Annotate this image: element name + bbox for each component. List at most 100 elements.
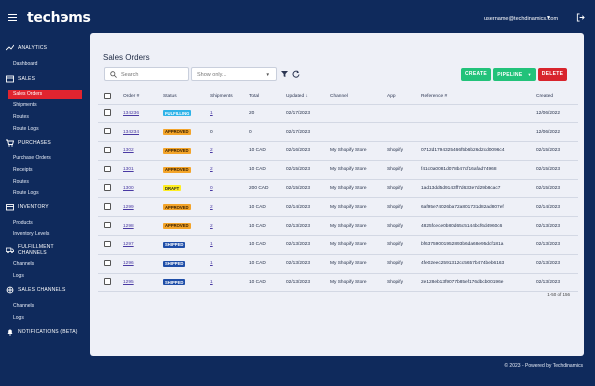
row-checkbox[interactable] [104,109,111,116]
shipments-cell: 0 [210,122,249,143]
status-filter-select[interactable]: Show only... ▼ [191,67,277,81]
sidebar-item-purchase-orders[interactable]: Purchase Orders [13,155,51,161]
sidebar-item-inventory-levels[interactable]: Inventory Levels [13,231,49,237]
menu-icon[interactable] [8,14,17,21]
table-row[interactable]: 1295 SHIPPED 1 10 CAD 02/13/2023 My Shop… [98,273,578,293]
column-total[interactable]: Total [249,90,286,105]
table-row[interactable]: 134236 FULFILLING 1 20 02/17/2023 12/06/… [98,104,578,124]
table-row[interactable]: 1297 SHIPPED 1 10 CAD 02/13/2023 My Shop… [98,235,578,255]
sidebar-item-fulfillment-channels[interactable]: Channels [13,261,34,267]
shipments-link[interactable]: 2 [210,224,213,229]
order-cell: 1301 [123,160,163,180]
column-app[interactable]: App [387,90,421,105]
create-button[interactable]: CREATE [461,68,491,81]
status-badge: APPROVED [163,204,191,211]
search-box[interactable] [104,67,189,81]
row-checkbox[interactable] [104,240,111,248]
updated-cell: 02/13/2023 [286,235,330,255]
column-channel[interactable]: Channel [330,90,387,105]
created-cell: 02/13/2023 [536,273,578,293]
column-status[interactable]: Status [163,90,210,105]
channel-cell: My Shopify Store [330,235,387,255]
delete-button[interactable]: DELETE [538,68,567,81]
shipments-link[interactable]: 1 [210,261,213,266]
app-cell: Shopify [387,179,421,199]
column-reference[interactable]: Reference # [421,90,536,105]
order-link[interactable]: 1299 [123,205,134,210]
table-row[interactable]: 1302 APPROVED 2 10 CAD 02/16/2023 My Sho… [98,141,578,161]
row-checkbox[interactable] [104,203,111,210]
filter-icon[interactable] [281,70,288,78]
row-checkbox[interactable] [104,259,111,267]
column-shipments[interactable]: Shipments [210,90,249,105]
sidebar-section-purchases[interactable]: PURCHASES [6,139,51,147]
sidebar-section-sales-channels[interactable]: SALES CHANNELS [6,286,66,294]
sidebar-item-route-logs[interactable]: Route Logs [13,126,39,132]
order-link[interactable]: 1296 [123,261,134,266]
order-link[interactable]: 134236 [123,111,139,116]
shipments-link[interactable]: 2 [210,148,213,153]
logout-icon[interactable] [576,13,585,22]
channel-cell: My Shopify Store [330,273,387,293]
order-link[interactable]: 1302 [123,148,134,153]
order-link[interactable]: 1298 [123,224,134,229]
sidebar-section-notifications[interactable]: NOTIFICATIONS (BETA) [6,328,78,336]
shipments-link[interactable]: 1 [210,242,213,247]
sidebar-item-dashboard[interactable]: Dashboard [13,61,37,67]
sidebar-section-analytics[interactable]: ANALYTICS [6,44,47,52]
chevron-down-icon[interactable]: ▼ [546,15,551,21]
shipments-link[interactable]: 2 [210,205,213,210]
sidebar-item-receipts[interactable]: Receipts [13,167,32,173]
sidebar-item-shipments[interactable]: Shipments [13,102,37,108]
sidebar-item-purchase-route-logs[interactable]: Route Logs [13,190,39,196]
main-panel: Sales Orders Show only... ▼ CREATE PIPEL… [90,33,584,356]
table-row[interactable]: 134234 APPROVED 0 0 02/17/2023 12/06/202… [98,122,578,143]
row-checkbox[interactable] [104,184,111,191]
pipeline-button[interactable]: PIPELINE ▼ [493,68,536,81]
updated-cell: 02/14/2023 [286,197,330,218]
column-created[interactable]: Created [536,90,578,105]
table-row[interactable]: 1300 DRAFT 0 200 CAD 02/15/2023 My Shopi… [98,179,578,199]
sidebar-item-routes[interactable]: Routes [13,114,29,120]
status-cell: APPROVED [163,122,210,143]
order-link[interactable]: 1300 [123,186,134,191]
sidebar-section-sales[interactable]: SALES [6,75,35,83]
table-row[interactable]: 1298 APPROVED 2 10 CAD 02/13/2023 My Sho… [98,216,578,237]
updated-cell: 02/13/2023 [286,216,330,237]
shipments-link[interactable]: 1 [210,280,213,285]
row-checkbox[interactable] [104,278,111,285]
row-checkbox[interactable] [104,127,111,135]
sidebar-item-fulfillment-logs[interactable]: Logs [13,273,24,279]
app-cell [387,104,421,124]
refresh-icon[interactable] [292,70,300,78]
column-order[interactable]: Order # [123,90,163,105]
order-link[interactable]: 134234 [123,130,139,135]
sidebar-section-inventory[interactable]: INVENTORY [6,203,49,211]
shipments-link[interactable]: 0 [210,186,213,191]
updated-cell: 02/16/2023 [286,141,330,161]
store-icon [6,75,14,83]
status-cell: DRAFT [163,179,210,199]
shipments-link[interactable]: 1 [210,111,213,116]
sidebar-section-fulfillment-channels[interactable]: FULFILLMENT CHANNELS [6,244,84,256]
order-link[interactable]: 1295 [123,280,134,285]
search-input[interactable] [121,70,185,79]
row-checkbox[interactable] [104,165,111,173]
table-row[interactable]: 1301 APPROVED 2 10 CAD 02/15/2023 My Sho… [98,160,578,180]
sidebar-item-sales-orders[interactable]: Sales Orders [8,90,82,99]
logo[interactable]: techэms [27,10,91,26]
table-row[interactable]: 1296 SHIPPED 1 10 CAD 02/13/2023 My Shop… [98,254,578,274]
sidebar-item-sales-channel-logs[interactable]: Logs [13,315,24,321]
select-all-checkbox[interactable] [104,92,111,99]
row-checkbox[interactable] [104,146,111,154]
sidebar-item-purchase-routes[interactable]: Routes [13,179,29,185]
total-cell: 10 CAD [249,141,286,161]
shipments-link[interactable]: 2 [210,167,213,172]
order-link[interactable]: 1301 [123,167,134,172]
sidebar-item-sales-channels[interactable]: Channels [13,303,34,309]
row-checkbox[interactable] [104,221,111,229]
table-row[interactable]: 1299 APPROVED 2 10 CAD 02/14/2023 My Sho… [98,197,578,218]
sidebar-item-products[interactable]: Products [13,220,33,226]
order-link[interactable]: 1297 [123,242,134,247]
column-updated[interactable]: Updated ↓ [286,90,330,105]
